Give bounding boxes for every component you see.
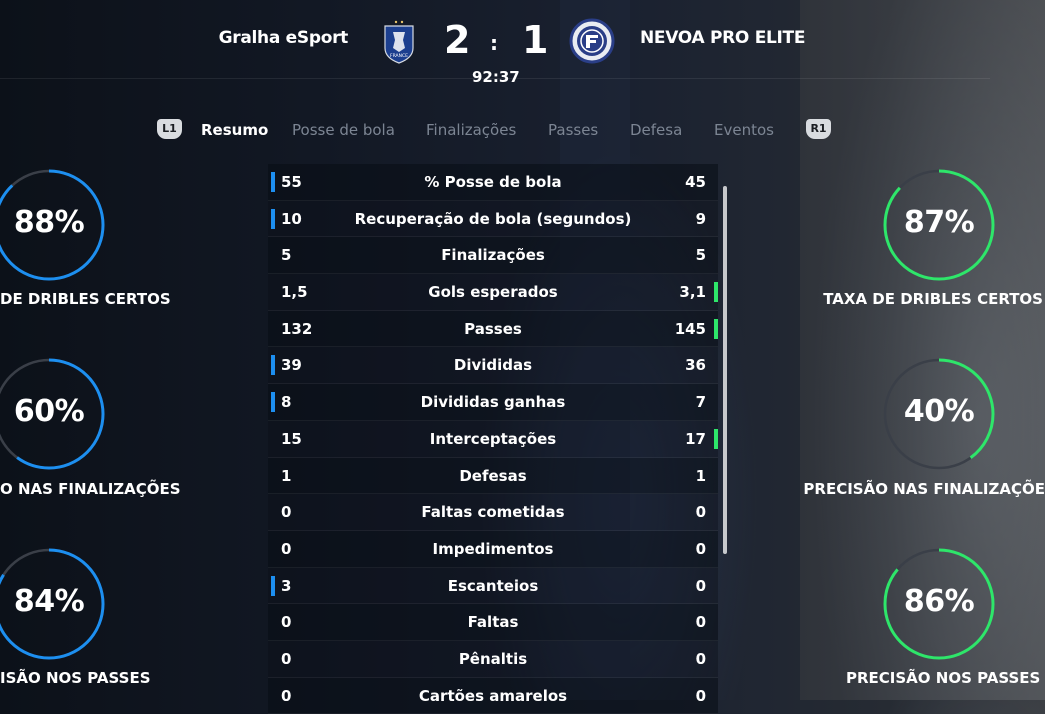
home-dribble-label: DE DRIBLES CERTOS bbox=[0, 290, 171, 308]
home-score: 2 bbox=[444, 18, 471, 62]
stat-away-value: 17 bbox=[685, 429, 706, 448]
stat-away-value: 5 bbox=[695, 246, 706, 265]
previous-tab-button[interactable]: L1 bbox=[157, 119, 182, 139]
home-pass-ring: 84% bbox=[0, 547, 106, 661]
score-separator: : bbox=[490, 31, 498, 55]
stat-label: Escanteios bbox=[447, 576, 539, 595]
stat-label: Finalizações bbox=[441, 246, 545, 265]
next-tab-button[interactable]: R1 bbox=[806, 119, 831, 139]
stat-row: 3 Escanteios 0 bbox=[268, 567, 718, 605]
home-team-crest-icon: FRANCE bbox=[376, 18, 422, 64]
stat-away-value: 36 bbox=[685, 356, 706, 375]
stat-label: Recuperação de bola (segundos) bbox=[354, 209, 632, 228]
stat-away-value: 0 bbox=[695, 503, 706, 522]
header-divider bbox=[0, 78, 990, 79]
match-clock: 92:37 bbox=[472, 68, 520, 86]
tab-passes[interactable]: Passes bbox=[548, 121, 598, 139]
stat-label: Divididas bbox=[453, 356, 533, 375]
stat-away-value: 0 bbox=[695, 576, 706, 595]
away-lead-marker bbox=[714, 428, 718, 449]
match-stats-table: 55 % Posse de bola 45 10 Recuperação de … bbox=[268, 164, 718, 714]
stat-label: Faltas cometidas bbox=[421, 503, 565, 522]
stat-label: Cartões amarelos bbox=[418, 686, 568, 705]
away-pass-ring: 86% bbox=[882, 547, 996, 661]
stat-row: 132 Passes 145 bbox=[268, 310, 718, 348]
away-team-name: NEVOA PRO ELITE bbox=[640, 28, 806, 48]
stat-label: Pênaltis bbox=[458, 649, 528, 668]
stat-label: Interceptações bbox=[429, 429, 557, 448]
stat-away-value: 7 bbox=[695, 393, 706, 412]
away-pass-label: PRECISÃO NOS PASSES bbox=[846, 669, 1041, 687]
stat-row: 1 Defesas 1 bbox=[268, 457, 718, 495]
tab-posse-de-bola[interactable]: Posse de bola bbox=[292, 121, 395, 139]
stat-row: 0 Faltas 0 bbox=[268, 604, 718, 641]
home-pass-label: ISÃO NOS PASSES bbox=[0, 669, 151, 687]
away-lead-marker bbox=[714, 318, 718, 339]
stat-row: 39 Divididas 36 bbox=[268, 347, 718, 385]
away-dribble-ring: 87% bbox=[882, 168, 996, 282]
stat-away-value: 1 bbox=[695, 466, 706, 485]
home-shot-ring: 60% bbox=[0, 357, 106, 471]
stat-label: % Posse de bola bbox=[424, 173, 562, 191]
away-dribble-label: TAXA DE DRIBLES CERTOS bbox=[823, 290, 1043, 308]
stat-label: Gols esperados bbox=[428, 283, 558, 302]
stat-away-value: 0 bbox=[695, 539, 706, 558]
stat-row: 0 Faltas cometidas 0 bbox=[268, 494, 718, 531]
stat-row: 1,5 Gols esperados 3,1 bbox=[268, 274, 718, 311]
home-pass-value: 84% bbox=[13, 584, 85, 619]
tab-resumo[interactable]: Resumo bbox=[201, 121, 268, 139]
stats-tab-bar: L1 Resumo Posse de bola Finalizações Pas… bbox=[0, 119, 1045, 143]
away-shot-value: 40% bbox=[903, 394, 975, 429]
home-crest-text: FRANCE bbox=[390, 53, 408, 59]
away-shot-label: PRECISÃO NAS FINALIZAÇÕE bbox=[803, 480, 1045, 498]
tab-eventos[interactable]: Eventos bbox=[714, 121, 774, 139]
stat-row: 55 % Posse de bola 45 bbox=[268, 164, 718, 201]
stat-label: Defesas bbox=[459, 466, 527, 485]
tab-defesa[interactable]: Defesa bbox=[630, 121, 682, 139]
stats-scrollbar[interactable] bbox=[723, 186, 727, 554]
stat-away-value: 3,1 bbox=[679, 283, 706, 302]
stat-row: 8 Divididas ganhas 7 bbox=[268, 384, 718, 421]
stat-label: Passes bbox=[464, 319, 522, 338]
stat-row: 5 Finalizações 5 bbox=[268, 237, 718, 275]
home-team-name: Gralha eSport bbox=[218, 28, 349, 48]
stat-away-value: 0 bbox=[695, 613, 706, 632]
stat-away-value: 45 bbox=[685, 173, 706, 191]
stat-away-value: 145 bbox=[674, 319, 706, 338]
away-shot-ring: 40% bbox=[882, 357, 996, 471]
stat-away-value: 0 bbox=[695, 649, 706, 668]
stat-row: 0 Pênaltis 0 bbox=[268, 640, 718, 678]
stat-row: 10 Recuperação de bola (segundos) 9 bbox=[268, 200, 718, 238]
away-pass-value: 86% bbox=[903, 584, 975, 619]
stat-label: Faltas bbox=[467, 613, 519, 632]
stat-label: Divididas ganhas bbox=[420, 393, 566, 412]
stat-away-value: 0 bbox=[695, 686, 706, 705]
stat-row: 15 Interceptações 17 bbox=[268, 420, 718, 458]
away-team-crest-icon bbox=[569, 18, 615, 64]
home-dribble-ring: 88% bbox=[0, 168, 106, 282]
stat-row: 0 Impedimentos 0 bbox=[268, 530, 718, 568]
stat-away-value: 9 bbox=[695, 209, 706, 228]
away-dribble-value: 87% bbox=[903, 205, 975, 240]
stat-row: 0 Cartões amarelos 0 bbox=[268, 677, 718, 714]
home-dribble-value: 88% bbox=[13, 205, 85, 240]
tab-finalizacoes[interactable]: Finalizações bbox=[426, 121, 516, 139]
home-shot-label: O NAS FINALIZAÇÕES bbox=[0, 480, 181, 498]
home-shot-value: 60% bbox=[13, 394, 85, 429]
stat-label: Impedimentos bbox=[432, 539, 554, 558]
away-score: 1 bbox=[522, 18, 549, 62]
away-lead-marker bbox=[714, 282, 718, 303]
